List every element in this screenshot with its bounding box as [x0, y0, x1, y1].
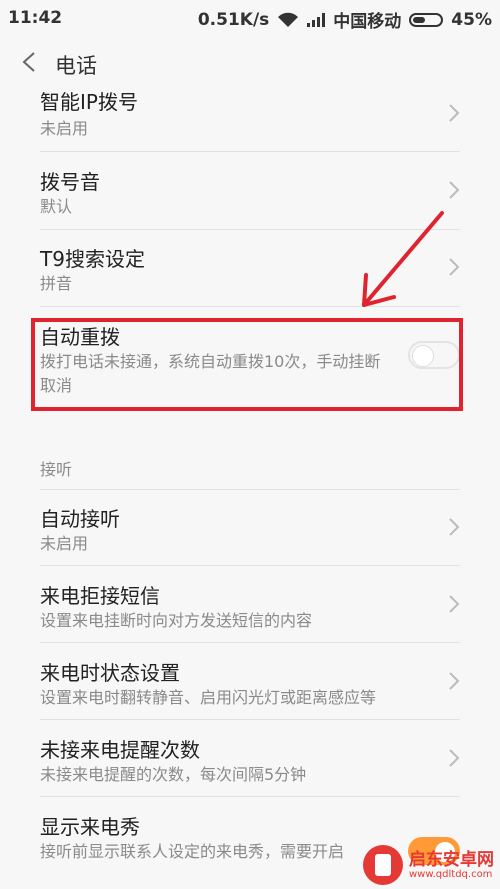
section-header-answer: 接听	[40, 460, 73, 479]
highlight-box	[31, 318, 463, 411]
annotation-arrow	[362, 211, 444, 307]
page-title: 电话	[55, 54, 97, 78]
carrier-name: 中国移动	[333, 12, 402, 32]
setting-reject-sms[interactable]: 来电拒接短信 设置来电挂断时向对方发送短信的内容	[0, 566, 500, 643]
setting-auto-answer[interactable]: 自动接听 未启用	[0, 489, 500, 566]
setting-title: 自动接听	[40, 507, 120, 531]
watermark-text: 启东安卓网 www.qdltdq.com	[409, 851, 494, 880]
setting-subtitle: 未启用	[40, 534, 89, 553]
network-speed: 0.51K/s	[197, 9, 270, 30]
setting-subtitle: 默认	[40, 197, 73, 216]
chevron-right-icon	[449, 749, 460, 767]
setting-subtitle: 接听前显示联系人设定的来电秀，需要开启	[40, 842, 345, 861]
wifi-icon	[278, 12, 299, 27]
back-icon[interactable]	[18, 50, 42, 74]
chevron-right-icon	[449, 595, 460, 613]
title-bar: 电话	[0, 40, 500, 88]
watermark: 启东安卓网 www.qdltdq.com	[363, 845, 494, 885]
chevron-right-icon	[449, 672, 460, 690]
setting-subtitle: 设置来电挂断时向对方发送短信的内容	[40, 611, 313, 630]
status-bar: 11:42 0.51K/s 中国移动 45%	[0, 0, 500, 36]
setting-subtitle: 未接来电提醒的次数，每次间隔5分钟	[40, 765, 307, 784]
watermark-url: www.qdltdq.com	[409, 868, 493, 880]
signal-icon	[307, 12, 326, 27]
setting-title: 来电时状态设置	[40, 661, 180, 685]
setting-subtitle: 设置来电时翻转静音、启用闪光灯或距离感应等	[40, 688, 377, 707]
status-right: 0.51K/s 中国移动 45%	[197, 7, 492, 33]
divider	[40, 151, 460, 152]
setting-title: 未接来电提醒次数	[40, 738, 200, 762]
setting-subtitle: 未启用	[40, 119, 89, 138]
setting-subtitle: 拼音	[40, 274, 73, 293]
chevron-right-icon	[449, 104, 460, 122]
battery-icon	[409, 12, 444, 27]
battery-percent: 45%	[451, 9, 492, 30]
setting-incoming-call-state[interactable]: 来电时状态设置 设置来电时翻转静音、启用闪光灯或距离感应等	[0, 643, 500, 720]
setting-title: 智能IP拨号	[40, 90, 138, 114]
battery-level	[413, 16, 426, 23]
watermark-logo-icon	[363, 845, 403, 885]
divider	[40, 489, 460, 490]
watermark-name: 启东安卓网	[409, 849, 494, 870]
setting-title: 来电拒接短信	[40, 584, 160, 608]
status-time: 11:42	[8, 8, 63, 28]
chevron-right-icon	[449, 518, 460, 536]
setting-smart-ip-dial[interactable]: 智能IP拨号 未启用	[0, 83, 500, 153]
setting-missed-call-reminder[interactable]: 未接来电提醒次数 未接来电提醒的次数，每次间隔5分钟	[0, 720, 500, 797]
chevron-right-icon	[449, 181, 460, 199]
setting-title: 拨号音	[40, 170, 100, 194]
setting-title: 显示来电秀	[40, 815, 140, 839]
setting-title: T9搜索设定	[40, 247, 145, 271]
